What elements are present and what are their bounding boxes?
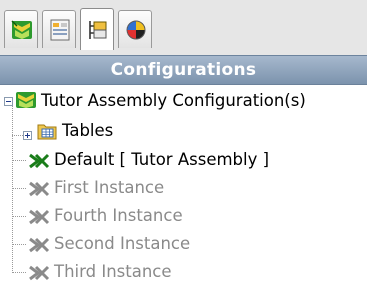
- configuration-tree: Tutor Assembly Configuration(s) Tables D…: [0, 86, 367, 289]
- active-configuration-icon: [29, 153, 50, 169]
- tables-folder-icon: [37, 124, 57, 140]
- property-manager-icon: [50, 19, 70, 41]
- tree-item-tables[interactable]: Tables: [0, 116, 367, 145]
- panel-title: Configurations: [0, 55, 367, 85]
- inactive-configuration-icon: [29, 265, 50, 281]
- configuration-manager-icon: [89, 21, 107, 39]
- tree-root-label: Tutor Assembly Configuration(s): [41, 91, 306, 110]
- config-item-label: Fourth Instance: [54, 206, 183, 225]
- config-item-first[interactable]: First Instance: [0, 173, 367, 202]
- display-manager-icon: [126, 20, 146, 40]
- assembly-tree-icon: [11, 20, 32, 39]
- inactive-configuration-icon: [29, 181, 50, 197]
- config-item-default[interactable]: Default [ Tutor Assembly ]: [0, 145, 367, 174]
- featuremanager-tab[interactable]: [4, 10, 38, 48]
- configurationmanager-tab[interactable]: [80, 8, 114, 50]
- config-item-fourth[interactable]: Fourth Instance: [0, 201, 367, 230]
- config-item-label: Second Instance: [54, 234, 191, 253]
- config-item-label: Default [ Tutor Assembly ]: [54, 150, 270, 169]
- expand-icon[interactable]: [23, 131, 32, 140]
- assembly-icon: [16, 92, 36, 108]
- tree-item-tables-label: Tables: [62, 121, 114, 140]
- config-item-label: Third Instance: [54, 262, 172, 281]
- propertymanager-tab[interactable]: [42, 10, 76, 48]
- displaymanager-tab[interactable]: [118, 10, 152, 48]
- config-item-third[interactable]: Third Instance: [0, 257, 367, 286]
- config-item-label: First Instance: [54, 178, 165, 197]
- manager-tab-bar: [0, 0, 367, 55]
- tree-root-node[interactable]: Tutor Assembly Configuration(s): [0, 86, 367, 115]
- inactive-configuration-icon: [29, 209, 50, 225]
- config-item-second[interactable]: Second Instance: [0, 229, 367, 258]
- inactive-configuration-icon: [29, 237, 50, 253]
- collapse-icon[interactable]: [4, 97, 13, 106]
